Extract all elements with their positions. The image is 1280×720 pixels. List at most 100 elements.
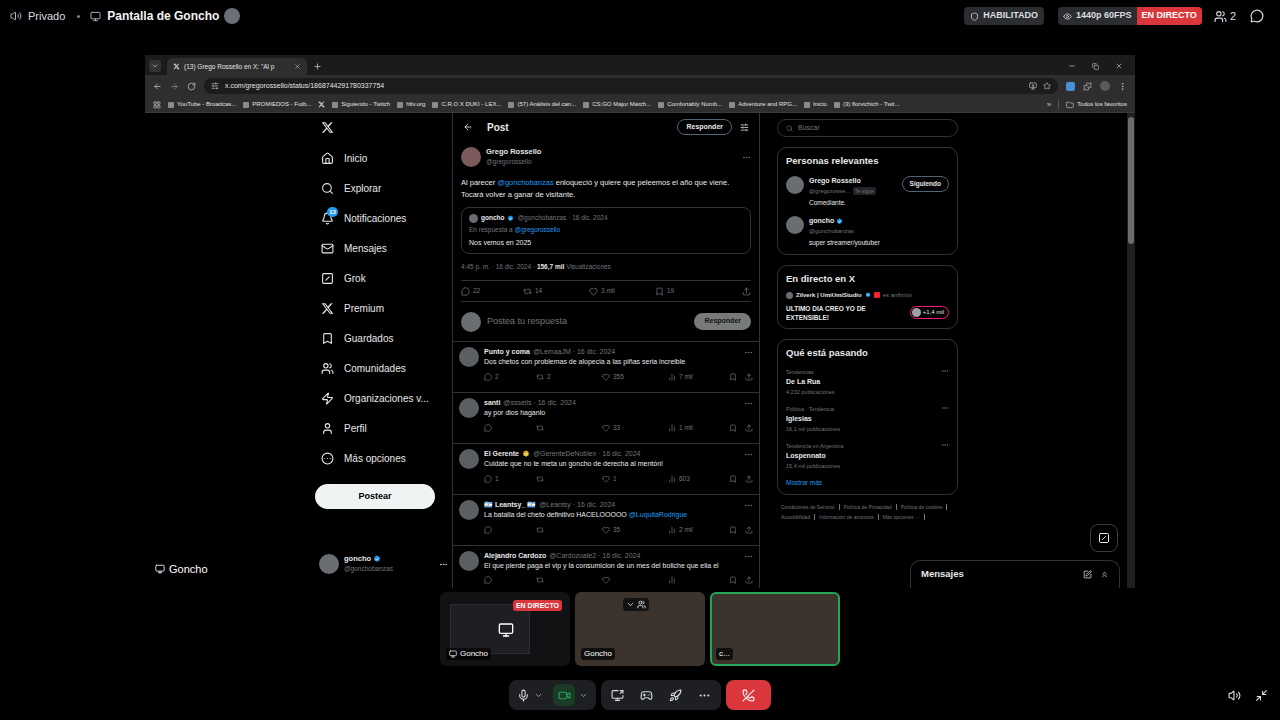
live-stream-row[interactable]: ULTIMO DIA CREO YO DE EXTENSIBLE!+1,4 mi… [786, 304, 949, 322]
url-field[interactable]: x.com/gregorossello/status/1868744291780… [204, 78, 1058, 94]
all-bookmarks[interactable]: Todos los favoritos [1066, 100, 1127, 109]
participants-icon[interactable] [1214, 10, 1227, 23]
browser-tab[interactable]: (13) Grego Rossello en X: "Al p [167, 58, 307, 75]
participant-tile[interactable]: EN DIRECTOGoncho [440, 592, 570, 666]
menu-icon[interactable] [1118, 82, 1127, 91]
nav-item[interactable]: 13Notificaciones [315, 203, 452, 233]
profile-avatar[interactable] [1100, 81, 1110, 91]
x-bookmark-icon[interactable] [318, 101, 325, 108]
site-info-icon[interactable] [211, 82, 219, 90]
reply-button[interactable]: Responder [694, 313, 751, 330]
mic-options-icon[interactable] [534, 691, 543, 700]
share-icon[interactable] [745, 526, 753, 534]
share-icon[interactable] [745, 475, 753, 483]
reply-author[interactable]: santi [484, 398, 500, 408]
trend-item[interactable]: Política · TendenciaIglesias16,1 mil pub… [786, 404, 949, 434]
repost-icon[interactable] [536, 576, 544, 584]
share-icon[interactable] [745, 373, 753, 381]
account-switcher[interactable]: goncho@gonchobanzas [315, 554, 452, 574]
bookmark-item[interactable]: PROMIEDOS - Futb... [243, 100, 311, 109]
scrollbar-thumb[interactable] [1128, 117, 1134, 244]
apps-icon[interactable] [153, 101, 161, 109]
minimize-icon[interactable] [1068, 62, 1076, 70]
nav-item[interactable]: Guardados [315, 323, 452, 353]
bookmark-item[interactable] [318, 101, 325, 108]
search-field[interactable]: Buscar [777, 119, 958, 137]
new-tab-icon[interactable] [313, 62, 322, 71]
exit-fullscreen-icon[interactable] [1255, 689, 1268, 702]
mention-link[interactable]: @gonchobanzas [497, 178, 553, 187]
trend-item[interactable]: Tendencia en ArgentinaLospennato15,4 mil… [786, 441, 949, 471]
reply-post[interactable]: El Gerente@GerenteDeNoblex · 16 dic. 202… [453, 444, 759, 495]
nav-item[interactable]: Premium [315, 293, 452, 323]
reply-icon[interactable] [484, 373, 492, 381]
like-icon[interactable] [589, 287, 598, 296]
views-icon[interactable] [668, 373, 676, 381]
more-icon[interactable] [744, 450, 753, 459]
more-bookmarks[interactable]: » [1047, 99, 1051, 111]
reload-icon[interactable] [187, 82, 196, 91]
post-button[interactable]: Postear [315, 484, 435, 509]
footer-link[interactable]: Condiciones de Servicio [781, 503, 835, 511]
like-icon[interactable] [602, 576, 610, 584]
disconnect-button[interactable] [726, 680, 771, 710]
views-icon[interactable] [668, 424, 676, 432]
more-icon[interactable] [941, 367, 949, 375]
like-icon[interactable] [602, 373, 610, 381]
reply-author[interactable]: Punto y coma [484, 347, 530, 357]
more-icon[interactable] [744, 552, 753, 561]
nav-item[interactable]: Organizaciones v... [315, 383, 452, 413]
new-message-icon[interactable] [1083, 570, 1092, 579]
back-icon[interactable] [153, 82, 162, 91]
bookmark-item[interactable]: YouTube - Broadcas... [168, 100, 236, 109]
people-icon[interactable] [637, 600, 646, 609]
author-avatar[interactable] [461, 147, 481, 167]
person-row[interactable]: goncho@gonchobanzassuper streamer/youtub… [786, 216, 949, 248]
nav-item[interactable]: Explorar [315, 173, 452, 203]
more-icon[interactable] [742, 153, 751, 162]
reply-post[interactable]: 🇦🇷 Leantsy_ 🇦🇷@Leantsy · 16 dic. 2024La … [453, 495, 759, 546]
back-icon[interactable] [463, 122, 473, 132]
account-avatar[interactable] [319, 554, 339, 574]
bookmark-item[interactable]: C.R.O X DUKI - LEX... [432, 100, 501, 109]
nav-item[interactable]: Más opciones [315, 443, 452, 473]
expand-icon[interactable] [1100, 570, 1109, 579]
restore-icon[interactable] [1092, 63, 1099, 70]
share-icon[interactable] [745, 424, 753, 432]
scrollbar[interactable] [1127, 113, 1135, 588]
footer-link[interactable]: Política de Privacidad [844, 503, 892, 511]
reply-avatar[interactable] [459, 398, 479, 418]
views-icon[interactable] [668, 576, 676, 584]
views-icon[interactable] [668, 475, 676, 483]
mention-link[interactable]: @LuquitaRodrigue [629, 511, 687, 518]
forward-icon[interactable] [170, 82, 179, 91]
footer-link[interactable]: Más opciones ··· [883, 513, 920, 521]
settings-icon[interactable] [740, 123, 749, 132]
bookmark-icon[interactable] [729, 475, 737, 483]
streamer-avatar[interactable] [224, 8, 240, 24]
repost-icon[interactable] [536, 373, 544, 381]
chevron-icon[interactable] [626, 600, 635, 609]
trend-item[interactable]: TendenciasDe La Rua4.232 publicaciones [786, 367, 949, 397]
nav-item[interactable]: Mensajes [315, 233, 452, 263]
bookmark-item[interactable]: (57) Análisis del can... [508, 100, 576, 109]
reply-author[interactable]: 🇦🇷 Leantsy_ 🇦🇷 [484, 500, 536, 510]
reply-post[interactable]: Punto y coma@LemaaJM · 16 dic. 2024Dos c… [453, 342, 759, 393]
following-button[interactable]: Siguiendo [902, 176, 949, 192]
footer-link[interactable]: Accesibilidad [781, 513, 810, 521]
close-window-icon[interactable] [1115, 62, 1123, 70]
more-icon[interactable] [744, 399, 753, 408]
reply-avatar[interactable] [459, 449, 479, 469]
like-icon[interactable] [602, 424, 610, 432]
x-favicon-icon[interactable] [173, 63, 180, 70]
bookmark-item[interactable]: Comfortably Numb... [658, 100, 722, 109]
star-icon[interactable] [1043, 82, 1051, 90]
reply-avatar[interactable] [459, 347, 479, 367]
chat-icon[interactable] [1250, 9, 1264, 23]
repost-icon[interactable] [523, 287, 532, 296]
nav-item[interactable]: Comunidades [315, 353, 452, 383]
x-logo-icon[interactable] [321, 302, 334, 315]
bookmark-icon[interactable] [729, 576, 737, 584]
camera-options-icon[interactable] [579, 691, 588, 700]
volume-icon[interactable] [1228, 689, 1241, 702]
